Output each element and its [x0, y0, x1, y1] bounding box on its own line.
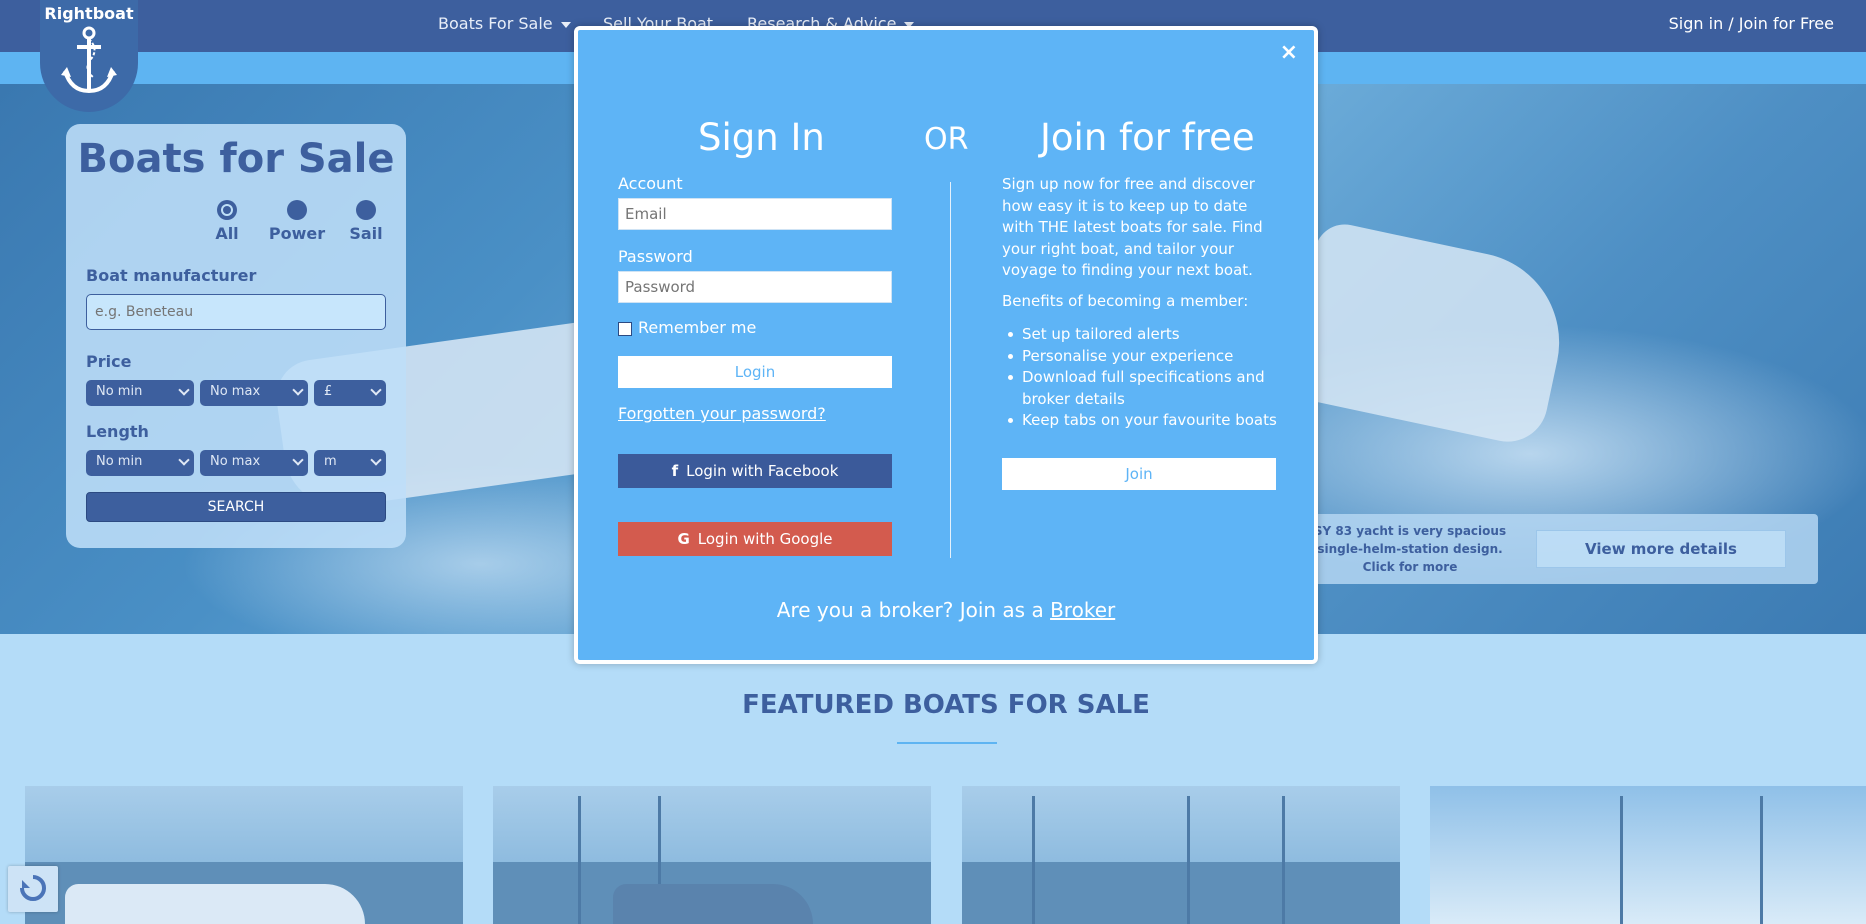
featured-boat-card[interactable]	[493, 786, 931, 924]
list-item: Personalise your experience	[1002, 346, 1292, 368]
price-label: Price	[86, 352, 132, 371]
broker-prefix: Are you a broker? Join as a	[776, 598, 1044, 622]
chevron-down-icon	[370, 384, 382, 396]
join-heading: Join for free	[1040, 116, 1255, 159]
recaptcha-badge[interactable]	[8, 866, 58, 912]
logo-text: Rightboat	[44, 4, 134, 23]
remember-me-checkbox[interactable]	[618, 322, 632, 336]
login-facebook-button[interactable]: f Login with Facebook	[618, 454, 892, 488]
benefits-list: Set up tailored alerts Personalise your …	[1002, 324, 1292, 432]
account-label: Account	[618, 174, 683, 193]
select-value: No min	[96, 384, 143, 399]
boat-search-panel: Boats for Sale All Power Sail Boat manuf…	[66, 124, 406, 548]
broker-link[interactable]: Broker	[1050, 598, 1115, 622]
select-value: No min	[96, 454, 143, 469]
list-item: Keep tabs on your favourite boats	[1002, 410, 1292, 432]
facebook-label: Login with Facebook	[686, 462, 839, 480]
join-description: Sign up now for free and discover how ea…	[1002, 175, 1263, 279]
signin-join-link[interactable]: Sign in / Join for Free	[1669, 14, 1834, 33]
benefits-title: Benefits of becoming a member:	[1002, 292, 1249, 310]
search-button[interactable]: SEARCH	[86, 492, 386, 522]
signin-heading: Sign In	[698, 116, 825, 159]
remember-me-label[interactable]: Remember me	[638, 318, 756, 337]
featured-title: FEATURED BOATS FOR SALE	[742, 690, 1150, 720]
price-min-select[interactable]: No min	[86, 380, 194, 406]
type-radio-power[interactable]: Power	[267, 200, 327, 243]
caption-line: SY 83 yacht is very spacious	[1313, 524, 1507, 538]
card-image-mast	[1760, 796, 1763, 924]
radio-label: Power	[268, 224, 326, 243]
length-unit-select[interactable]: m	[314, 450, 386, 476]
modal-divider	[950, 182, 951, 558]
caption-line: Click for more	[1362, 560, 1458, 574]
site-logo[interactable]: Rightboat	[40, 0, 138, 112]
chevron-down-icon	[292, 384, 304, 396]
signin-modal: × Sign In OR Join for free Account Passw…	[574, 26, 1318, 664]
featured-divider	[897, 742, 997, 744]
broker-join-line: Are you a broker? Join as a Broker	[578, 598, 1314, 622]
featured-boat-card[interactable]	[1430, 786, 1866, 924]
password-field[interactable]	[618, 271, 892, 303]
chevron-down-icon	[178, 454, 190, 466]
nav-label: Boats For Sale	[438, 14, 553, 33]
featured-boat-card[interactable]	[25, 786, 463, 924]
google-icon: G	[677, 530, 690, 548]
password-label: Password	[618, 247, 693, 266]
nav-boats-for-sale[interactable]: Boats For Sale	[438, 14, 571, 33]
caption-line: single-helm-station design.	[1317, 542, 1503, 556]
radio-button[interactable]	[287, 200, 307, 220]
radio-button[interactable]	[356, 200, 376, 220]
hero-caption: SY 83 yacht is very spacious single-helm…	[1300, 514, 1818, 584]
recaptcha-icon	[20, 875, 46, 901]
price-max-select[interactable]: No max	[200, 380, 308, 406]
card-image-sky	[962, 786, 1400, 869]
join-button[interactable]: Join	[1002, 458, 1276, 490]
type-radio-sail[interactable]: Sail	[336, 200, 396, 243]
chevron-down-icon	[178, 384, 190, 396]
radio-label: All	[215, 224, 239, 243]
type-radio-all[interactable]: All	[197, 200, 257, 243]
select-value: No max	[210, 384, 261, 399]
length-max-select[interactable]: No max	[200, 450, 308, 476]
currency-select[interactable]: £	[314, 380, 386, 406]
select-value: £	[324, 384, 333, 399]
card-image-sky	[493, 786, 931, 869]
radio-label: Sail	[349, 224, 383, 243]
card-image-ground	[962, 861, 1400, 924]
card-image-mast	[578, 796, 581, 924]
anchor-icon	[61, 26, 117, 94]
card-image-mast	[1620, 796, 1623, 924]
card-image-mast	[1032, 796, 1035, 924]
select-value: No max	[210, 454, 261, 469]
card-image-boat	[65, 884, 365, 924]
chevron-down-icon	[292, 454, 304, 466]
length-min-select[interactable]: No min	[86, 450, 194, 476]
card-image-sky	[25, 786, 463, 869]
card-image-mast	[1282, 796, 1285, 924]
length-label: Length	[86, 422, 149, 441]
list-item: Set up tailored alerts	[1002, 324, 1292, 346]
google-label: Login with Google	[697, 530, 833, 548]
forgot-password-link[interactable]: Forgotten your password?	[618, 404, 826, 423]
view-more-details-button[interactable]: View more details	[1536, 530, 1786, 568]
email-field[interactable]	[618, 198, 892, 230]
caret-down-icon	[560, 21, 571, 28]
radio-button[interactable]	[217, 200, 237, 220]
manufacturer-label: Boat manufacturer	[86, 266, 257, 285]
manufacturer-input[interactable]	[86, 294, 386, 330]
card-image-boat	[613, 884, 813, 924]
card-image-sky	[1430, 786, 1866, 924]
search-title: Boats for Sale	[77, 136, 395, 182]
list-item: Download full specifications and broker …	[1002, 367, 1292, 410]
login-google-button[interactable]: G Login with Google	[618, 522, 892, 556]
facebook-icon: f	[671, 462, 679, 480]
login-button[interactable]: Login	[618, 356, 892, 388]
chevron-down-icon	[370, 454, 382, 466]
hero-caption-text[interactable]: SY 83 yacht is very spacious single-helm…	[1310, 522, 1510, 576]
select-value: m	[324, 454, 337, 469]
or-separator: OR	[924, 122, 969, 157]
close-icon[interactable]: ×	[1280, 40, 1298, 65]
featured-boat-card[interactable]	[962, 786, 1400, 924]
card-image-mast	[1187, 796, 1190, 924]
